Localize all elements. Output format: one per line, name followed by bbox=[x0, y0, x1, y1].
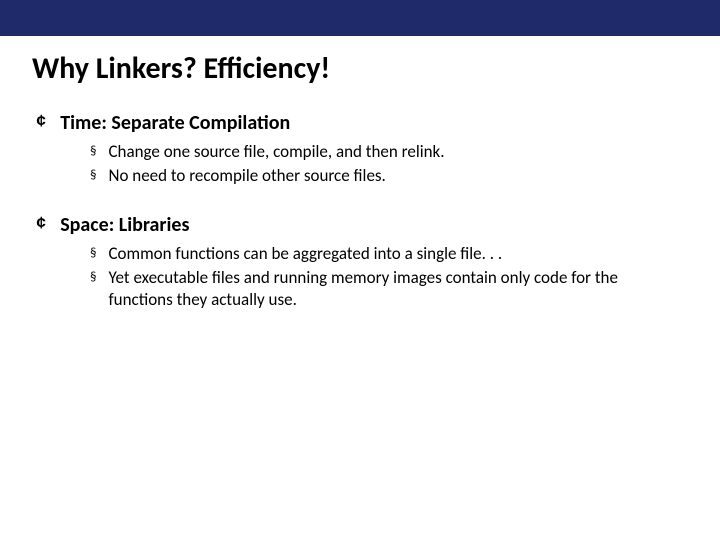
header-bar bbox=[0, 0, 720, 36]
list-item: § No need to recompile other source file… bbox=[90, 165, 688, 187]
square-bullet-icon: § bbox=[90, 243, 96, 265]
list-item: § Common functions can be aggregated int… bbox=[90, 243, 688, 265]
circle-bullet-icon: ¢ bbox=[36, 213, 46, 237]
sub-list: § Common functions can be aggregated int… bbox=[32, 243, 688, 311]
list-item: § Change one source file, compile, and t… bbox=[90, 141, 688, 163]
circle-bullet-icon: ¢ bbox=[36, 111, 46, 135]
square-bullet-icon: § bbox=[90, 141, 96, 163]
sub-item-text: No need to recompile other source files. bbox=[108, 165, 385, 187]
slide-title: Why Linkers? Efficiency! bbox=[32, 50, 688, 87]
list-item: § Yet executable files and running memor… bbox=[90, 267, 688, 311]
sub-item-text: Common functions can be aggregated into … bbox=[108, 243, 502, 265]
square-bullet-icon: § bbox=[90, 267, 96, 289]
list-item: ¢ Time: Separate Compilation bbox=[32, 111, 688, 135]
slide-content: Why Linkers? Efficiency! ¢ Time: Separat… bbox=[0, 36, 720, 311]
sub-list: § Change one source file, compile, and t… bbox=[32, 141, 688, 187]
item-heading: Space: Libraries bbox=[60, 213, 189, 237]
list-item: ¢ Space: Libraries bbox=[32, 213, 688, 237]
square-bullet-icon: § bbox=[90, 165, 96, 187]
sub-item-text: Change one source file, compile, and the… bbox=[108, 141, 444, 163]
sub-item-text: Yet executable files and running memory … bbox=[108, 267, 668, 311]
item-heading: Time: Separate Compilation bbox=[60, 111, 290, 135]
